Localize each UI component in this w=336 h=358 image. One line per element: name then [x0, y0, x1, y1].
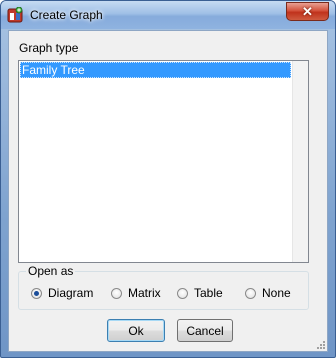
cancel-button[interactable]: Cancel	[177, 319, 233, 342]
close-button[interactable]: ✕	[286, 2, 329, 21]
close-icon: ✕	[302, 3, 313, 19]
radio-matrix-indicator[interactable]	[111, 287, 122, 299]
graph-app-icon	[7, 7, 23, 23]
radio-diagram-label: Diagram	[48, 286, 94, 300]
window-title: Create Graph	[30, 8, 103, 22]
ok-button[interactable]: Ok	[107, 319, 165, 342]
list-item-family-tree[interactable]: Family Tree	[20, 62, 291, 78]
radio-table-label: Table	[194, 286, 223, 300]
radio-diagram[interactable]: Diagram	[31, 286, 93, 300]
graph-type-list[interactable]: Family Tree	[18, 60, 309, 263]
dialog-window: Create Graph ✕ Graph type Family Tree Op…	[0, 0, 336, 358]
resize-grip-icon[interactable]	[315, 339, 325, 349]
title-bar[interactable]: Create Graph ✕	[1, 1, 335, 29]
radio-table[interactable]: Table	[177, 286, 223, 300]
radio-none[interactable]: None	[245, 286, 291, 300]
open-as-group: Open as Diagram Matrix Table None	[18, 264, 309, 310]
radio-none-label: None	[262, 286, 291, 300]
radio-diagram-indicator[interactable]	[31, 287, 42, 299]
ok-button-label: Ok	[128, 323, 144, 338]
cancel-button-label: Cancel	[186, 323, 224, 338]
dialog-body: Graph type Family Tree Open as Diagram M…	[8, 30, 328, 352]
open-as-legend: Open as	[26, 264, 76, 278]
graph-type-label: Graph type	[19, 41, 79, 55]
radio-matrix-label: Matrix	[128, 286, 161, 300]
vertical-scrollbar[interactable]	[292, 61, 308, 262]
radio-table-indicator[interactable]	[177, 287, 188, 299]
radio-none-indicator[interactable]	[245, 287, 256, 299]
radio-matrix[interactable]: Matrix	[111, 286, 161, 300]
